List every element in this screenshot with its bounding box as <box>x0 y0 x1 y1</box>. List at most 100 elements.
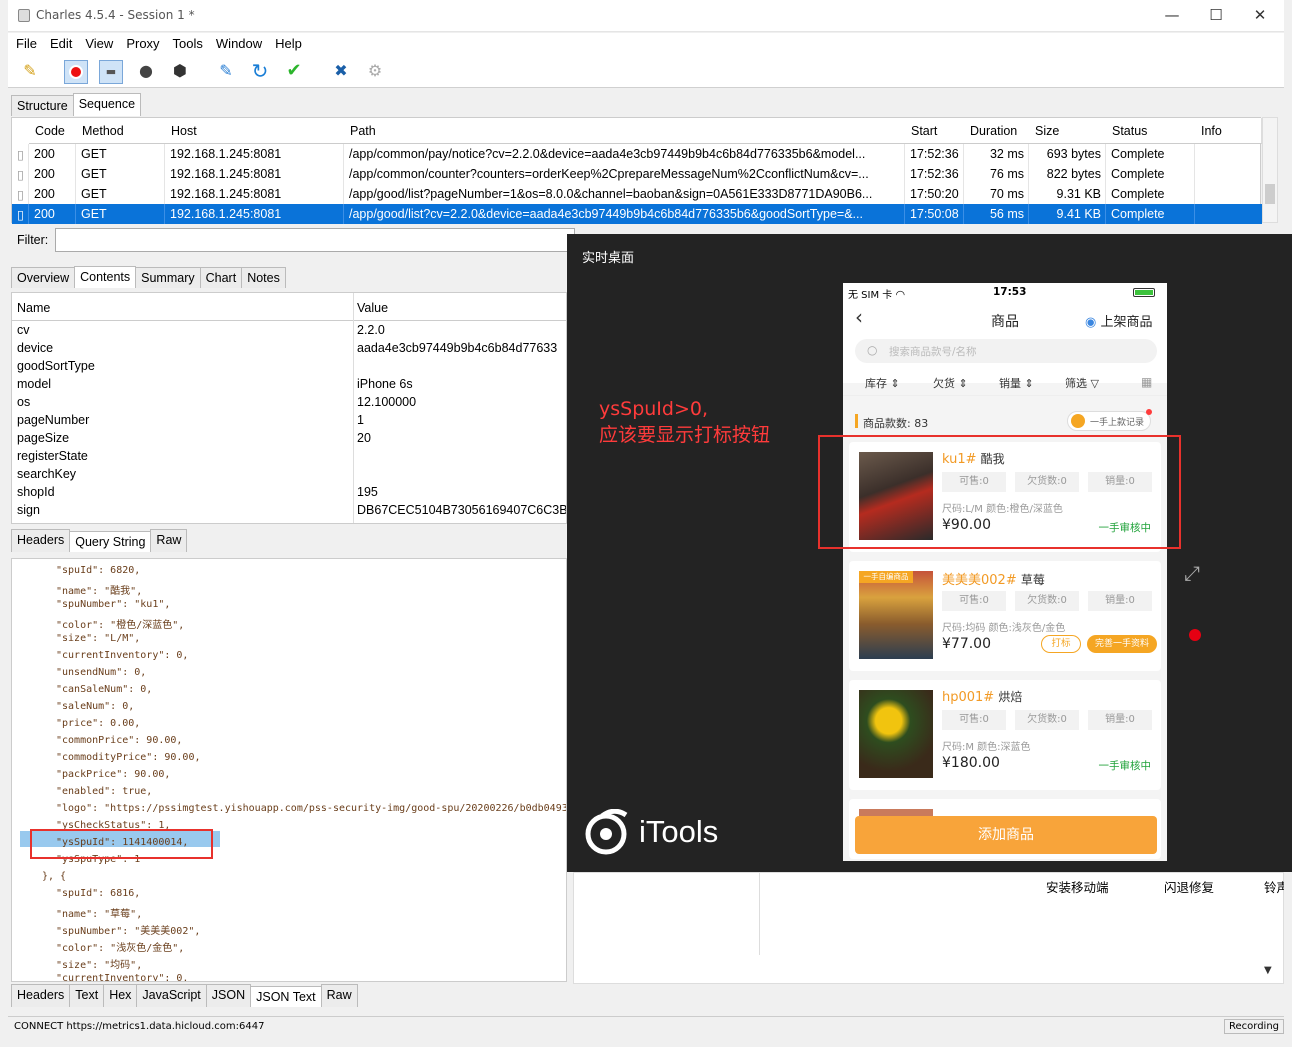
table-row[interactable]: ▯ 200 GET 192.168.1.245:8081 /app/good/l… <box>12 184 1262 204</box>
col-duration[interactable]: Duration <box>964 118 1030 144</box>
filter-more[interactable]: 筛选 ▽ <box>1065 375 1099 391</box>
minimize-button[interactable]: — <box>1162 6 1182 26</box>
tab-request-headers[interactable]: Headers <box>11 529 71 552</box>
table-scrollbar[interactable] <box>1262 117 1278 223</box>
filter-sales[interactable]: 销量 ⇕ <box>999 375 1034 391</box>
scroll-down-icon[interactable]: ▼ <box>1264 965 1272 976</box>
filter-stock[interactable]: 库存 ⇕ <box>865 375 900 391</box>
col-size[interactable]: Size <box>1029 118 1107 144</box>
turtle-icon[interactable]: ● <box>134 60 158 84</box>
col-info[interactable]: Info <box>1195 118 1262 144</box>
param-row[interactable]: searchKey <box>12 465 566 483</box>
complete-info-button[interactable]: 完善一手资料 <box>1087 635 1157 653</box>
param-row[interactable]: os 12.100000 <box>12 393 566 411</box>
param-row[interactable]: pageSize 20 <box>12 429 566 447</box>
param-row[interactable]: cv 2.2.0 <box>12 321 566 339</box>
param-name: shopId <box>17 485 55 499</box>
param-row[interactable]: shopId 195 <box>12 483 566 501</box>
table-row[interactable]: ▯ 200 GET 192.168.1.245:8081 /app/common… <box>12 164 1262 184</box>
grid-view-icon[interactable]: ▦ <box>1141 375 1152 389</box>
col-path[interactable]: Path <box>344 118 906 144</box>
json-line: "saleNum": 0, <box>56 701 135 712</box>
param-row[interactable]: pageNumber 1 <box>12 411 566 429</box>
throttle-icon[interactable]: ▬ <box>99 60 123 84</box>
param-row[interactable]: model iPhone 6s <box>12 375 566 393</box>
json-line: "spuNumber": "美美美002", <box>56 926 201 937</box>
tab-hex[interactable]: Hex <box>103 984 138 1007</box>
param-row[interactable]: device aada4e3cb97449b9b4c6b84d77633 <box>12 339 566 357</box>
window-titlebar: Charles 4.5.4 - Session 1 * — ☐ ✕ <box>8 0 1284 32</box>
search-input[interactable]: ○ 搜索商品款号/名称 <box>855 339 1157 363</box>
json-line: "canSaleNum": 0, <box>56 684 153 695</box>
param-row[interactable]: registerState <box>12 447 566 465</box>
filter-owe[interactable]: 欠货 ⇕ <box>933 375 968 391</box>
param-row[interactable]: goodSortType <box>12 357 566 375</box>
col-code[interactable]: Code <box>29 118 83 144</box>
tab-structure[interactable]: Structure <box>11 95 74 116</box>
record-dot-icon[interactable] <box>1189 629 1201 641</box>
tab-text[interactable]: Text <box>69 984 105 1007</box>
maximize-button[interactable]: ☐ <box>1206 6 1226 26</box>
tab-json[interactable]: JSON <box>205 984 252 1007</box>
tab-javascript[interactable]: JavaScript <box>136 984 207 1007</box>
menu-view[interactable]: View <box>77 33 118 51</box>
filter-input[interactable] <box>55 228 575 252</box>
product-name: 美美美002# 草莓 <box>942 573 1045 588</box>
json-line: "spuId": 6816, <box>56 888 141 899</box>
tab-summary[interactable]: Summary <box>135 267 201 288</box>
close-button[interactable]: ✕ <box>1250 6 1270 26</box>
gear-icon[interactable]: ⚙ <box>363 60 387 84</box>
pen-icon[interactable]: ✎ <box>214 60 238 84</box>
tab-chart[interactable]: Chart <box>199 267 243 288</box>
col-status[interactable]: Status <box>1106 118 1196 144</box>
row-code: 200 <box>29 164 76 184</box>
tab-contents[interactable]: Contents <box>74 266 137 288</box>
search-placeholder: 搜索商品款号/名称 <box>889 346 977 358</box>
product-card[interactable]: hp001# 烘焙 可售:0 欠货数:0 销量:0 尺码:M 颜色:深蓝色 ¥1… <box>849 680 1161 790</box>
menu-tools[interactable]: Tools <box>165 33 208 51</box>
table-row-selected[interactable]: ▯ 200 GET 192.168.1.245:8081 /app/good/l… <box>12 204 1262 224</box>
back-icon[interactable]: ‹ <box>855 305 863 329</box>
json-line: "logo": "https://pssimgtest.yishouapp.co… <box>56 803 567 814</box>
param-value: DB67CEC5104B73056169407C6C3B5 <box>357 503 567 517</box>
tools-icon[interactable]: ✖ <box>329 60 353 84</box>
tab-request-raw[interactable]: Raw <box>150 529 188 552</box>
broom-icon[interactable]: ✎ <box>18 60 42 84</box>
stop-icon[interactable]: ⬢ <box>168 60 192 84</box>
upload-record-button[interactable]: 一手上款记录 <box>1067 409 1153 431</box>
col-method[interactable]: Method <box>76 118 166 144</box>
col-start[interactable]: Start <box>905 118 965 144</box>
product-card[interactable]: 一手自编商品 美美美002# 草莓 可售:0 欠货数:0 销量:0 尺码:均码 … <box>849 561 1161 671</box>
refresh-icon[interactable]: ↻ <box>248 60 272 84</box>
battery-icon <box>1133 288 1155 297</box>
json-line: "name": "酷我", <box>56 586 143 597</box>
menu-help[interactable]: Help <box>267 33 307 51</box>
col-host[interactable]: Host <box>165 118 345 144</box>
count-marker <box>855 414 858 428</box>
tab-response-headers[interactable]: Headers <box>11 984 71 1007</box>
menu-file[interactable]: File <box>8 33 42 51</box>
tab-sequence[interactable]: Sequence <box>72 93 142 116</box>
tab-notes[interactable]: Notes <box>241 267 286 288</box>
param-row[interactable]: sign DB67CEC5104B73056169407C6C3B5 <box>12 501 567 519</box>
table-row[interactable]: ▯ 200 GET 192.168.1.245:8081 /app/common… <box>12 144 1262 164</box>
menu-window[interactable]: Window <box>208 33 267 51</box>
tab-query-string[interactable]: Query String <box>69 531 152 552</box>
row-duration: 32 ms <box>964 144 1029 164</box>
check-icon[interactable]: ✔ <box>282 60 306 84</box>
annotation-line1: ysSpuId>0, <box>599 398 709 420</box>
list-product-button[interactable]: ◉ 上架商品 <box>1085 311 1153 330</box>
mark-button[interactable]: 打标 <box>1041 635 1081 653</box>
toolbar: ✎ ▬ ● ⬢ ✎ ↻ ✔ ✖ ⚙ <box>8 55 1284 88</box>
tab-overview[interactable]: Overview <box>11 267 76 288</box>
menu-edit[interactable]: Edit <box>42 33 77 51</box>
tab-json-text[interactable]: JSON Text <box>250 986 322 1007</box>
param-name: device <box>17 341 54 355</box>
tab-response-raw[interactable]: Raw <box>320 984 358 1007</box>
fullscreen-icon[interactable]: ⤢ <box>1184 561 1200 585</box>
record-button[interactable] <box>64 60 88 84</box>
product-price: ¥180.00 <box>942 755 1000 771</box>
add-product-button[interactable]: 添加商品 <box>855 816 1157 854</box>
menu-proxy[interactable]: Proxy <box>118 33 164 51</box>
response-json-text[interactable]: "spuId": 6820, "name": "酷我", "spuNumber"… <box>11 558 567 982</box>
